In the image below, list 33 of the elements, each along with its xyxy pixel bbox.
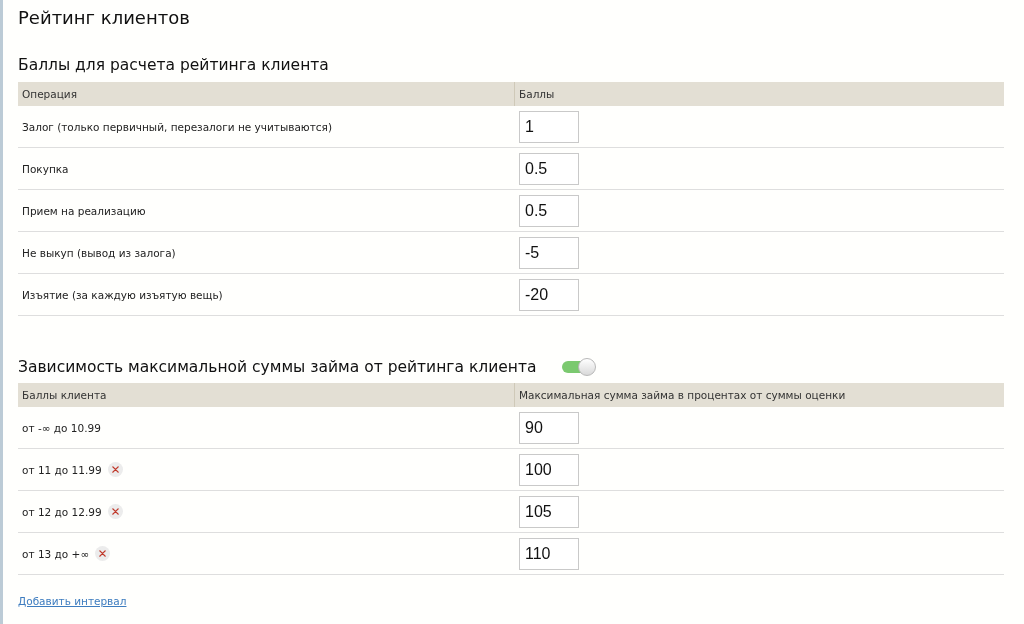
page-title: Рейтинг клиентов <box>18 6 191 30</box>
percent-input[interactable]: 110 <box>519 537 579 570</box>
score-range: от 11 до 11.99 <box>22 462 102 477</box>
operation-cell-text: Не выкуп (вывод из залога) <box>21 245 177 260</box>
close-icon <box>111 508 119 515</box>
points-input[interactable]: 1 <box>519 110 579 143</box>
points-input[interactable]: -5 <box>519 236 579 269</box>
add-interval-link[interactable]: Добавить интервал <box>18 594 127 608</box>
operation-cell-text: Прием на реализацию <box>21 203 147 218</box>
score-range: от -∞ до 10.99 <box>22 420 101 435</box>
operation-cell-text: Покупка <box>21 161 70 176</box>
remove-interval-button[interactable] <box>107 462 123 477</box>
remove-interval-button[interactable] <box>107 504 123 519</box>
section-heading: Баллы для расчета рейтинга клиента <box>18 55 330 76</box>
toggle-switch[interactable] <box>560 357 597 377</box>
column-header: Операция <box>21 87 78 102</box>
operation-cell-text: Изъятие (за каждую изъятую вещь) <box>21 287 224 302</box>
operation-cell-text: Залог (только первичный, перезалоги не учитываются) <box>21 119 333 134</box>
points-input[interactable]: 0.5 <box>519 194 579 227</box>
column-header: Баллы клиента <box>21 388 108 403</box>
points-input[interactable]: -20 <box>519 278 579 311</box>
percent-input[interactable]: 105 <box>519 495 579 528</box>
score-range: от 13 до +∞ <box>22 546 90 561</box>
remove-interval-button[interactable] <box>95 546 111 561</box>
score-range: от 12 до 12.99 <box>22 504 102 519</box>
points-input[interactable]: 0.5 <box>519 152 579 185</box>
percent-input[interactable]: 100 <box>519 453 579 486</box>
column-header: Баллы <box>514 82 1004 106</box>
section-heading: Зависимость максимальной суммы займа от рейтинга клиента <box>18 357 537 378</box>
close-icon <box>111 466 119 473</box>
close-icon <box>99 550 107 557</box>
column-header: Максимальная сумма займа в процентах от суммы оценки <box>514 383 1004 407</box>
percent-input[interactable]: 90 <box>519 411 579 444</box>
